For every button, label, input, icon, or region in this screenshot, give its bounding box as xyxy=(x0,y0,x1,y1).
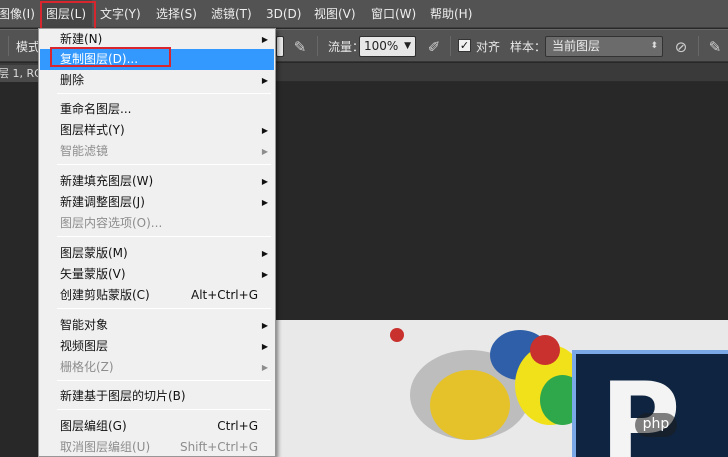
submenu-arrow-icon: ▶ xyxy=(261,270,268,279)
menu-filter[interactable]: 滤镜(T) xyxy=(211,0,252,28)
separator xyxy=(8,36,9,56)
menu-item-layer-mask[interactable]: 图层蒙版(M) ▶ xyxy=(40,243,274,264)
menu-select[interactable]: 选择(S) xyxy=(156,0,197,28)
menu-help[interactable]: 帮助(H) xyxy=(430,0,472,28)
menu-item-layer-style[interactable]: 图层样式(Y) ▶ xyxy=(40,120,274,141)
submenu-arrow-icon: ▶ xyxy=(261,126,268,135)
menu-item-rename-layer[interactable]: 重命名图层... xyxy=(40,99,274,120)
submenu-arrow-icon: ▶ xyxy=(261,35,268,44)
sample-select[interactable]: 当前图层 ⬍ xyxy=(545,36,663,57)
submenu-arrow-icon: ▶ xyxy=(261,363,268,372)
menu-item-new-fill-layer[interactable]: 新建填充图层(W) ▶ xyxy=(40,171,274,192)
menu-view[interactable]: 视图(V) xyxy=(314,0,356,28)
shortcut-text: Ctrl+G xyxy=(217,419,258,433)
align-label: 对齐 xyxy=(476,40,501,54)
menu-window[interactable]: 窗口(W) xyxy=(371,0,416,28)
menu-item-group-layers[interactable]: 图层编组(G) Ctrl+G xyxy=(40,416,274,437)
menu-item-delete[interactable]: 删除 ▶ xyxy=(40,70,274,91)
menu-item-rasterize[interactable]: 栅格化(Z) ▶ xyxy=(40,357,274,378)
big-letter: P xyxy=(600,359,681,457)
align-checkbox[interactable]: ✓ xyxy=(458,39,471,52)
menu-divider xyxy=(57,380,271,381)
menu-layer[interactable]: 图层(L) xyxy=(40,0,93,28)
airbrush-pressure-icon[interactable]: ✎ xyxy=(290,37,310,57)
opacity-field-edge[interactable] xyxy=(276,36,284,57)
menu-item-duplicate-layer[interactable]: 复制图层(D)... xyxy=(40,49,274,70)
pressure-size-icon[interactable]: ✎ xyxy=(705,37,725,57)
airbrush-icon[interactable]: ✐ xyxy=(424,37,444,57)
menu-item-create-clipping-mask[interactable]: 创建剪贴蒙版(C) Alt+Ctrl+G xyxy=(40,285,274,306)
menu-item-video-layer[interactable]: 视频图层 ▶ xyxy=(40,336,274,357)
ignore-adjustment-layers-icon[interactable]: ⊘ xyxy=(671,37,691,57)
menu-divider xyxy=(57,93,271,94)
submenu-arrow-icon: ▶ xyxy=(261,342,268,351)
shortcut-text: Shift+Ctrl+G xyxy=(179,440,258,454)
flow-value: 100% xyxy=(364,39,399,53)
menu-item-ungroup-layers[interactable]: 取消图层编组(U) Shift+Ctrl+G xyxy=(40,437,274,456)
submenu-arrow-icon: ▶ xyxy=(261,249,268,258)
paint-splash xyxy=(430,370,510,440)
sample-label: 样本： xyxy=(510,40,547,54)
menu-item-new-adjustment-layer[interactable]: 新建调整图层(J) ▶ xyxy=(40,192,274,213)
canvas-image: P php xyxy=(240,320,728,457)
submenu-arrow-icon: ▶ xyxy=(261,198,268,207)
updown-arrow-icon: ⬍ xyxy=(650,41,658,51)
menu-divider xyxy=(57,236,271,237)
layer-menu: 新建(N) ▶ 复制图层(D)... 删除 ▶ 重命名图层... 图层样式(Y) ▶ … xyxy=(38,28,276,457)
submenu-arrow-icon: ▶ xyxy=(261,76,268,85)
submenu-arrow-icon: ▶ xyxy=(261,177,268,186)
menu-bar: 图像(I) 图层(L) 文字(Y) 选择(S) 滤镜(T) 3D(D) 视图(V… xyxy=(0,0,728,28)
separator xyxy=(450,36,451,56)
menu-item-smart-object[interactable]: 智能对象 ▶ xyxy=(40,315,274,336)
menu-type[interactable]: 文字(Y) xyxy=(100,0,141,28)
php-watermark: php xyxy=(635,413,677,437)
mode-label: 模式 xyxy=(16,40,41,54)
menu-item-vector-mask[interactable]: 矢量蒙版(V) ▶ xyxy=(40,264,274,285)
separator xyxy=(317,36,318,56)
chevron-down-icon: ▼ xyxy=(404,41,411,51)
flow-input[interactable]: 100% ▼ xyxy=(359,36,416,57)
menu-divider xyxy=(57,164,271,165)
submenu-arrow-icon: ▶ xyxy=(261,147,268,156)
paint-splash xyxy=(530,335,560,365)
shortcut-text: Alt+Ctrl+G xyxy=(190,288,258,302)
menu-3d[interactable]: 3D(D) xyxy=(266,0,301,28)
menu-divider xyxy=(57,409,271,410)
menu-item-new-layer-based-slice[interactable]: 新建基于图层的切片(B) xyxy=(40,386,274,407)
submenu-arrow-icon: ▶ xyxy=(261,321,268,330)
menu-item-layer-content-options[interactable]: 图层内容选项(O)... xyxy=(40,213,274,234)
sample-value: 当前图层 xyxy=(552,39,601,53)
menu-image[interactable]: 图像(I) xyxy=(0,0,35,28)
menu-divider xyxy=(57,308,271,309)
menu-item-new[interactable]: 新建(N) ▶ xyxy=(40,29,274,50)
menu-item-smart-filter[interactable]: 智能滤镜 ▶ xyxy=(40,141,274,162)
paint-drop xyxy=(390,328,404,342)
separator xyxy=(698,36,699,56)
